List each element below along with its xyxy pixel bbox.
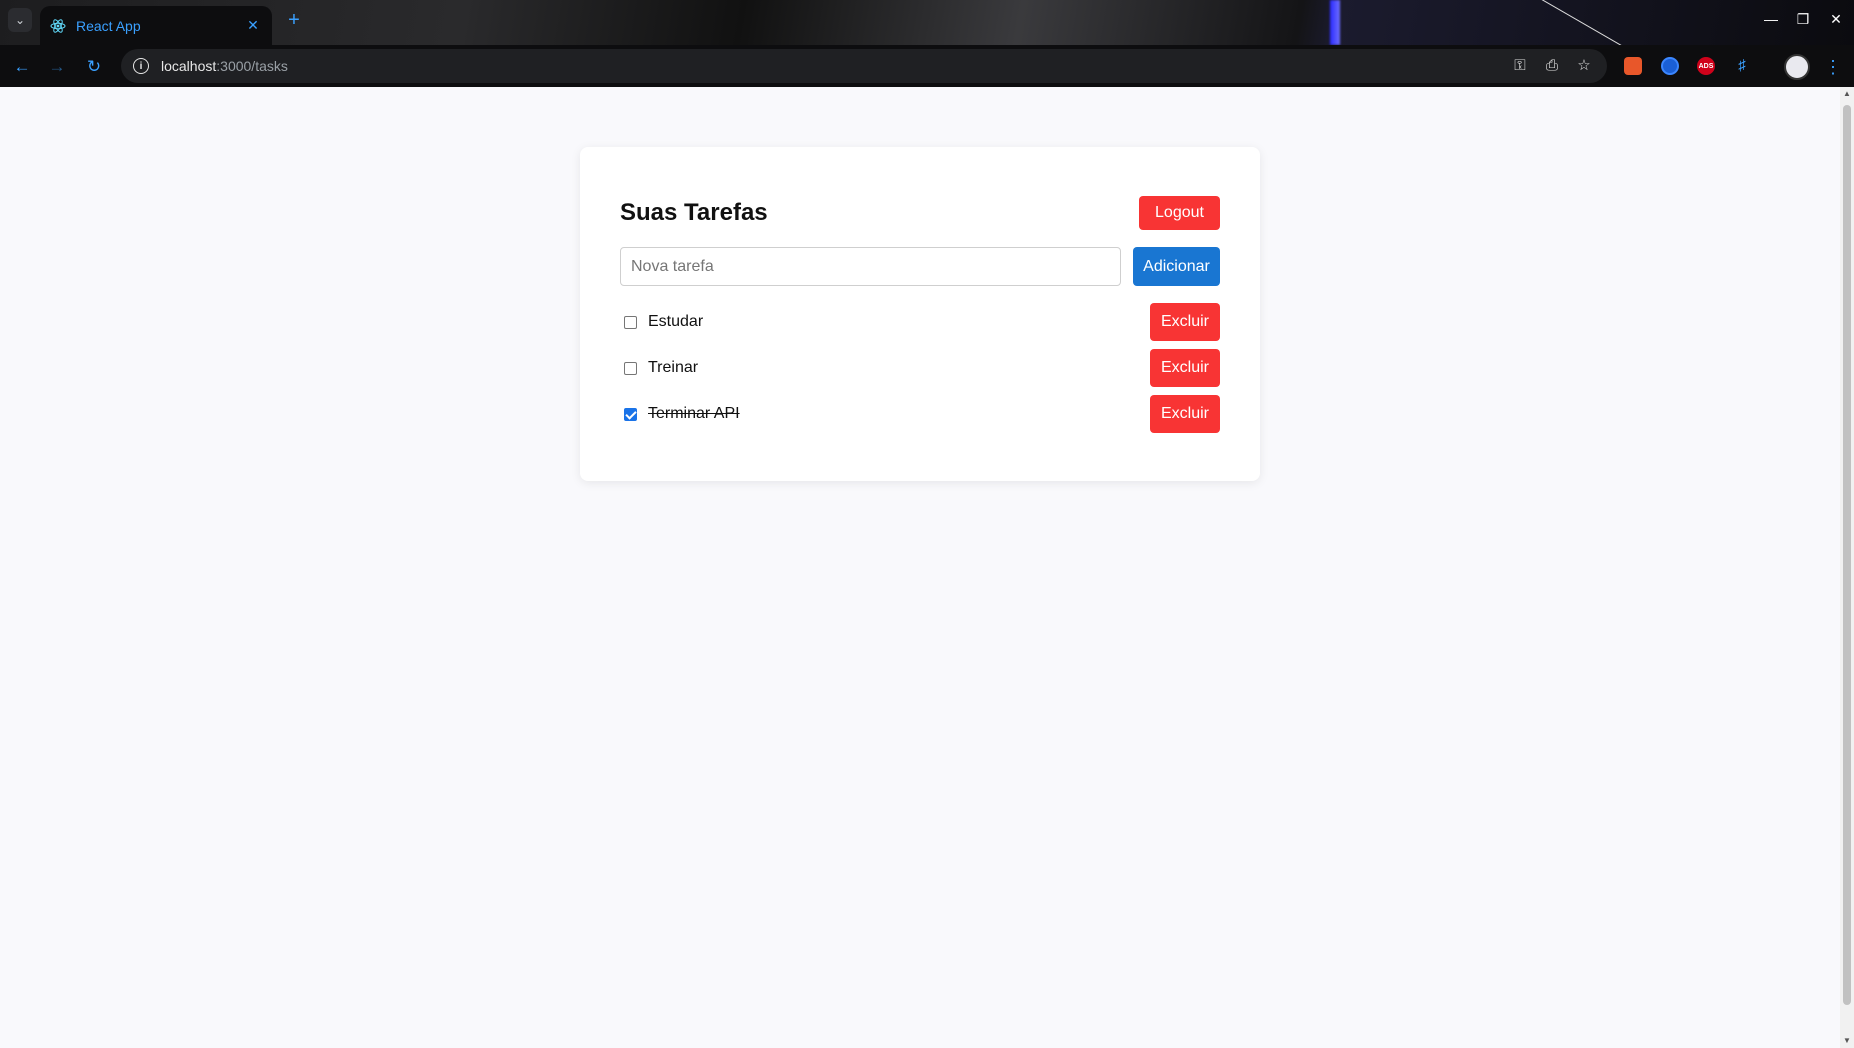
task-item: Estudar Excluir [620,303,1220,341]
password-key-icon[interactable]: ⚿ [1509,54,1531,76]
task-item: Treinar Excluir [620,349,1220,387]
logout-button[interactable]: Logout [1139,196,1220,230]
close-tab-icon[interactable]: ✕ [244,17,262,34]
forward-arrow-icon[interactable]: → [43,53,71,81]
delete-task-button[interactable]: Excluir [1150,303,1220,341]
back-arrow-icon[interactable]: ← [8,53,36,81]
tab-title: React App [76,17,141,34]
url-host: localhost [161,58,217,74]
extension-icon[interactable] [1661,57,1679,75]
wallpaper-line [1539,0,1662,45]
task-label: Terminar API [648,405,740,422]
url-text: localhost:3000/tasks [161,58,288,74]
task-checkbox[interactable] [624,362,637,375]
task-checkbox[interactable] [624,316,637,329]
install-app-icon[interactable]: ⎙ [1541,54,1563,76]
extensions-puzzle-icon[interactable]: ♯ [1731,54,1753,76]
react-logo-icon [50,18,66,33]
new-tab-button[interactable]: + [282,8,306,32]
bookmark-star-icon[interactable]: ☆ [1573,54,1595,76]
scroll-down-icon[interactable]: ▼ [1840,1034,1854,1048]
metamask-extension-icon[interactable] [1624,57,1642,75]
page-title: Suas Tarefas [620,199,768,226]
browser-menu-icon[interactable]: ⋮ [1824,55,1842,79]
scroll-up-icon[interactable]: ▲ [1840,87,1854,101]
close-window-icon[interactable]: ✕ [1825,8,1847,30]
task-label: Treinar [648,359,699,376]
add-task-button[interactable]: Adicionar [1133,247,1220,286]
adblock-extension-icon[interactable]: ADS [1697,57,1715,75]
scrollbar-thumb[interactable] [1843,105,1851,1005]
delete-task-button[interactable]: Excluir [1150,349,1220,387]
tasks-card: Suas Tarefas Logout Adicionar Estudar Ex… [580,147,1260,481]
task-label: Estudar [648,313,704,330]
address-bar[interactable]: i localhost:3000/tasks [121,49,1607,83]
profile-avatar[interactable] [1784,54,1810,80]
delete-task-button[interactable]: Excluir [1150,395,1220,433]
url-path: :3000/tasks [216,58,288,74]
chevron-down-icon: ⌄ [14,13,26,27]
page-scrollbar[interactable]: ▲ ▼ [1840,87,1854,1048]
task-checkbox-checked[interactable] [624,408,637,421]
browser-toolbar: ← → ↻ i localhost:3000/tasks ⚿ ⎙ ☆ ADS ♯… [0,45,1854,87]
reload-icon[interactable]: ↻ [80,53,108,81]
tab-strip: ⌄ React App ✕ + — ❐ ✕ [0,0,1854,45]
adblock-badge: ADS [1698,62,1714,70]
tab-search-button[interactable]: ⌄ [8,8,32,32]
minimize-icon[interactable]: — [1760,8,1782,30]
wallpaper-streak [1330,0,1340,45]
restore-icon[interactable]: ❐ [1792,8,1814,30]
new-task-input[interactable] [620,247,1121,286]
task-item: Terminar API Excluir [620,395,1220,433]
active-tab[interactable]: React App ✕ [40,6,272,45]
site-info-icon[interactable]: i [133,58,149,74]
